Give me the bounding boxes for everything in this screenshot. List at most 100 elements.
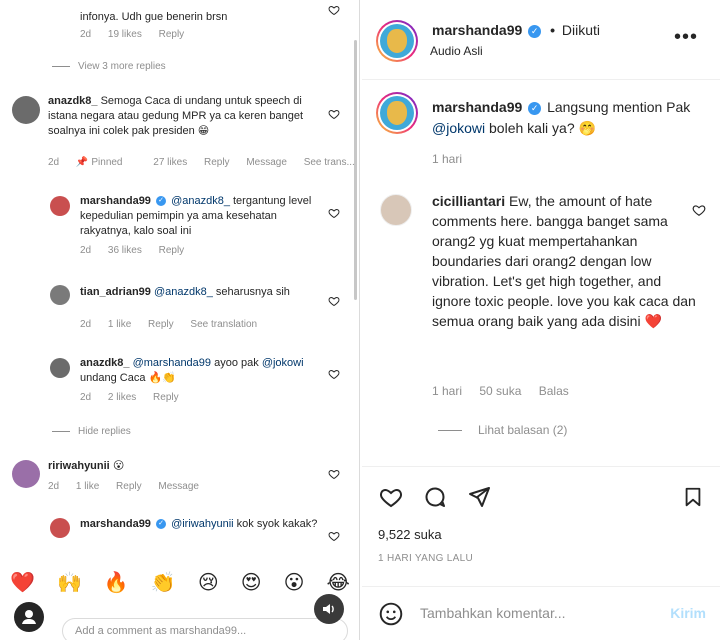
caption-text: boleh kali ya? 🤭 <box>489 120 596 136</box>
reply-button[interactable]: Reply <box>148 319 174 330</box>
like-heart-icon[interactable] <box>328 530 340 542</box>
reply-button[interactable]: Balas <box>539 384 569 398</box>
username-text[interactable]: marshanda99 <box>432 22 522 38</box>
emoji-laugh[interactable]: 😂 <box>327 570 350 595</box>
post-detail-panel: marshanda99 ✓ • Diikuti Audio Asli ••• m… <box>362 0 720 640</box>
header-username[interactable]: marshanda99 ✓ • Diikuti <box>432 22 600 38</box>
mention-link[interactable]: @anazdk8_ <box>171 195 230 207</box>
more-options-icon[interactable]: ••• <box>674 26 698 49</box>
comment-likes[interactable]: 36 likes <box>108 245 142 256</box>
mention-link[interactable]: @marshanda99 <box>133 357 211 369</box>
comment-likes[interactable]: 2 likes <box>108 392 136 403</box>
comments-panel: infonya. Udh gue benerin brsn 2d 19 like… <box>0 0 360 640</box>
add-comment-row: Add a comment as marshanda99... <box>0 598 359 640</box>
emoji-heart-eyes[interactable]: 😍 <box>241 570 262 595</box>
post-comment-button[interactable]: Kirim <box>670 605 706 621</box>
comment-icon[interactable] <box>422 485 448 509</box>
reply-button[interactable]: Reply <box>204 157 230 168</box>
comment-username[interactable]: tian_adrian99 <box>80 286 151 298</box>
caption-username[interactable]: marshanda99 <box>432 99 522 115</box>
mention-link[interactable]: @jokowi <box>262 357 304 369</box>
reply-button[interactable]: Reply <box>159 29 185 40</box>
comment-text: marshanda99 ✓ @anazdk8_ tergantung level… <box>80 194 320 239</box>
avatar[interactable] <box>50 518 70 538</box>
add-comment-input[interactable]: Add a comment as marshanda99... <box>62 618 348 640</box>
avatar[interactable] <box>50 285 70 305</box>
like-heart-icon[interactable] <box>328 468 340 480</box>
post-caption: marshanda99 ✓ Langsung mention Pak @joko… <box>432 97 712 139</box>
see-translation-button[interactable]: See translation <box>190 319 257 330</box>
comment-bar: Tambahkan komentar... Kirim <box>362 586 720 640</box>
avatar[interactable] <box>50 358 70 378</box>
pin-icon: 📌 <box>75 157 89 168</box>
scrollbar[interactable] <box>354 40 357 300</box>
comment-body: ayoo pak <box>214 357 259 369</box>
comment-likes[interactable]: 1 like <box>108 319 131 330</box>
view-more-replies[interactable]: View 3 more replies <box>52 61 166 72</box>
comment-text: ririwahyunii 😮 <box>48 459 308 474</box>
avatar[interactable] <box>380 194 412 226</box>
emoji-heart[interactable]: ❤️ <box>10 570 35 595</box>
emoji-fire[interactable]: 🔥 <box>104 570 129 595</box>
story-ring[interactable] <box>376 20 418 62</box>
comment-body: Ew, the amount of hate comments here. ba… <box>432 193 696 329</box>
sound-icon[interactable] <box>314 594 344 624</box>
comment-text: anazdk8_ Semoga Caca di undang untuk spe… <box>48 94 318 139</box>
comment-meta: 2d 📌 Pinned 27 likes Reply Message See tr… <box>48 157 359 168</box>
comment-meta: 2d 2 likes Reply <box>80 392 193 403</box>
comment-username[interactable]: marshanda99 <box>80 195 151 207</box>
emoji-raised-hands[interactable]: 🙌 <box>57 570 82 595</box>
comment-username[interactable]: anazdk8_ <box>48 95 98 107</box>
comment-likes[interactable]: 19 likes <box>108 29 142 40</box>
post-timestamp: 1 HARI YANG LALU <box>378 553 474 564</box>
comment-likes[interactable]: 1 like <box>76 481 99 492</box>
like-heart-icon[interactable] <box>692 203 706 217</box>
comment-username[interactable]: marshanda99 <box>80 518 151 530</box>
comment-likes[interactable]: 27 likes <box>153 157 187 168</box>
emoji-cry[interactable]: 😢 <box>198 570 219 595</box>
like-heart-icon[interactable] <box>328 295 340 307</box>
story-ring[interactable] <box>376 92 418 134</box>
like-heart-icon[interactable] <box>328 207 340 219</box>
post-actions <box>362 466 720 522</box>
likes-count[interactable]: 9,522 suka <box>378 527 442 542</box>
avatar[interactable] <box>12 96 40 124</box>
see-translation-button[interactable]: See trans... <box>304 157 355 168</box>
message-button[interactable]: Message <box>246 157 287 168</box>
share-icon[interactable] <box>466 485 492 509</box>
follow-status[interactable]: Diikuti <box>562 22 600 38</box>
emoji-surprised[interactable]: 😮 <box>284 570 305 595</box>
reply-button[interactable]: Reply <box>153 392 179 403</box>
comment-time: 2d <box>80 392 92 403</box>
like-heart-icon[interactable] <box>328 108 340 120</box>
emoji-picker-icon[interactable] <box>378 601 404 627</box>
save-bookmark-icon[interactable] <box>682 485 704 509</box>
comment-body: seharusnya sih <box>215 286 290 298</box>
like-heart-icon[interactable] <box>328 368 340 380</box>
comment-text: marshanda99 ✓ @iriwahyunii kok syok kaka… <box>80 517 320 532</box>
mention-link[interactable]: @iriwahyunii <box>171 518 234 530</box>
avatar[interactable] <box>12 460 40 488</box>
like-heart-icon[interactable] <box>328 4 340 16</box>
mention-link[interactable]: @anazdk8_ <box>154 286 213 298</box>
emoji-clap[interactable]: 👏 <box>151 570 176 595</box>
comment-username[interactable]: anazdk8_ <box>80 357 130 369</box>
audio-link[interactable]: Audio Asli <box>430 44 483 58</box>
hide-replies-button[interactable]: Hide replies <box>52 426 131 437</box>
comment-username[interactable]: ririwahyunii <box>48 460 110 472</box>
reply-button[interactable]: Reply <box>159 245 185 256</box>
comment-text: infonya. Udh gue benerin brsn <box>80 11 228 23</box>
comment-username[interactable]: cicilliantari <box>432 193 505 209</box>
mention-link[interactable]: @jokowi <box>432 120 485 136</box>
reply-button[interactable]: Reply <box>116 481 142 492</box>
message-button[interactable]: Message <box>158 481 199 492</box>
comment-likes[interactable]: 50 suka <box>479 384 521 398</box>
user-profile-icon[interactable] <box>14 602 44 632</box>
verified-badge-icon: ✓ <box>528 24 542 38</box>
comment-body: 😮 <box>112 460 125 472</box>
avatar[interactable] <box>50 196 70 216</box>
comment-time: 2d <box>48 157 60 168</box>
like-heart-icon[interactable] <box>378 485 404 509</box>
view-replies-button[interactable]: Lihat balasan (2) <box>438 423 567 437</box>
comment-input[interactable]: Tambahkan komentar... <box>420 605 566 621</box>
